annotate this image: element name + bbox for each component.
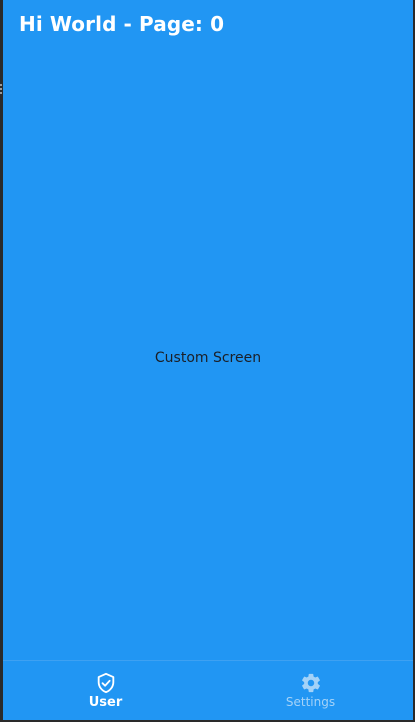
nav-item-user[interactable]: User [3,661,208,720]
page-title: Hi World - Page: 0 [19,12,225,36]
shield-check-icon [95,672,117,694]
bottom-navigation: User Settings [3,660,413,720]
nav-item-settings[interactable]: Settings [208,661,413,720]
gear-icon [300,672,322,694]
nav-item-label: Settings [285,695,336,709]
screen-body-text: Custom Screen [154,350,262,366]
app-window: Hi World - Page: 0 Custom Screen User Se… [3,0,413,720]
app-bar: Hi World - Page: 0 [3,0,413,56]
nav-item-label: User [88,695,123,710]
